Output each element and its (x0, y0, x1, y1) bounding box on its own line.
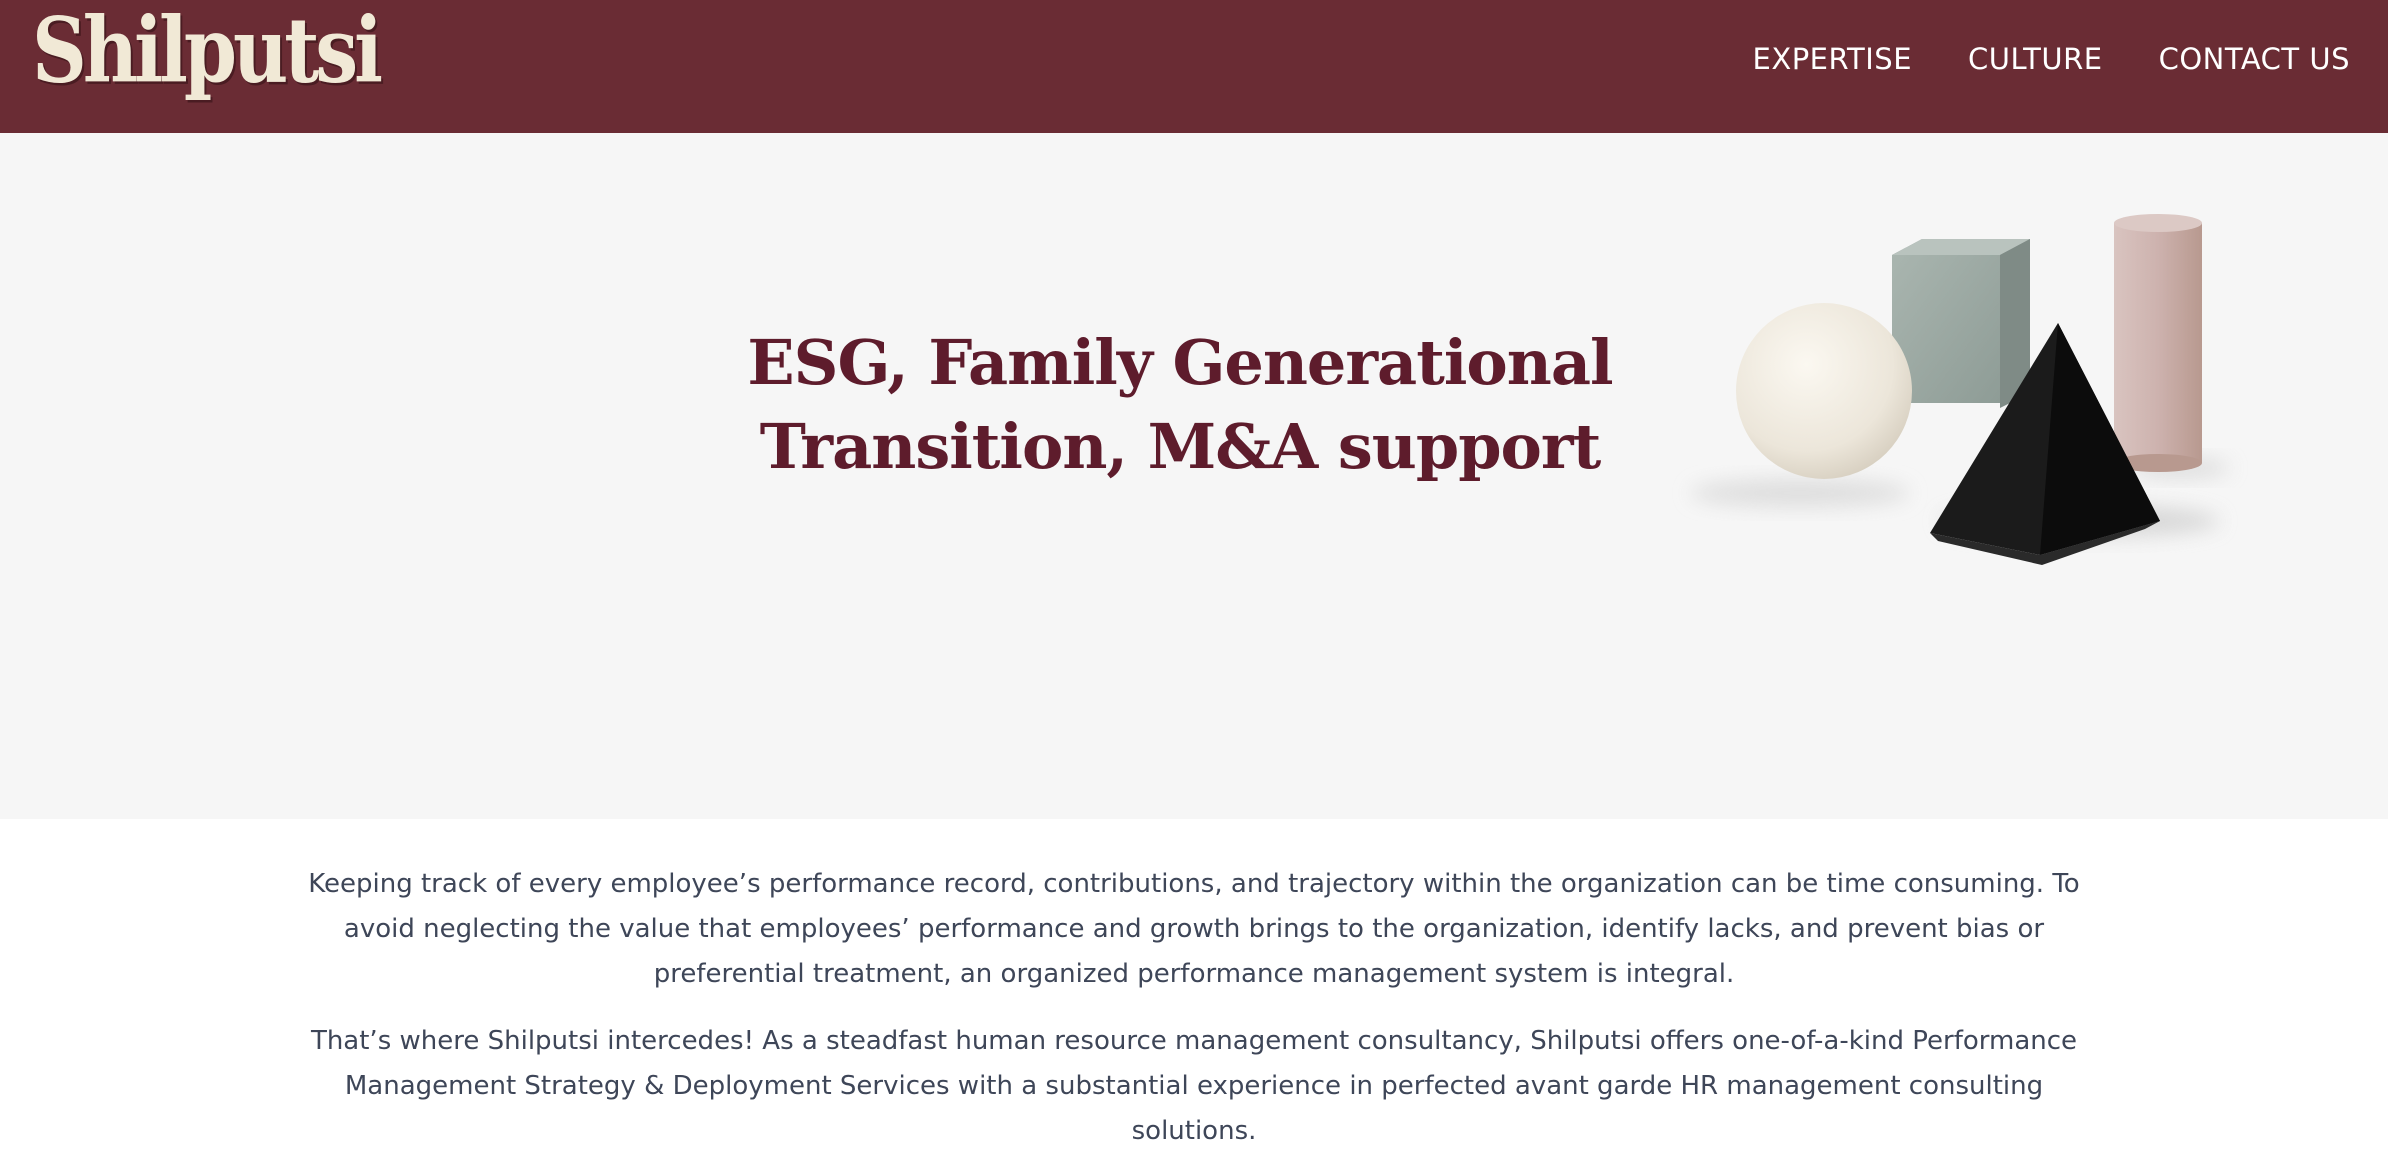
brand-logo[interactable]: Shilputsi (32, 5, 383, 96)
hero-section: ESG, Family Generational Transition, M&A… (0, 133, 2388, 819)
cube-shape (1892, 239, 2030, 408)
intro-paragraph-1: Keeping track of every employee’s perfor… (308, 869, 2080, 989)
site-header: Shilputsi EXPERTISE CULTURE CONTACT US (0, 0, 2388, 133)
cylinder-shape (2114, 214, 2202, 472)
nav-link-culture[interactable]: CULTURE (1968, 40, 2103, 78)
hero-title: ESG, Family Generational Transition, M&A… (560, 321, 1800, 489)
intro-section: Keeping track of every employee’s perfor… (300, 862, 2088, 1176)
geometric-shapes-image (1690, 214, 2230, 565)
nav-link-contact-us[interactable]: CONTACT US (2159, 40, 2350, 78)
main-nav: EXPERTISE CULTURE CONTACT US (1753, 40, 2351, 78)
sphere-shape (1736, 303, 1912, 479)
intro-paragraph-2: That’s where Shilputsi intercedes! As a … (310, 1026, 2078, 1146)
hero-title-line-2: Transition, M&A support (759, 410, 1601, 483)
nav-link-expertise[interactable]: EXPERTISE (1753, 40, 1913, 78)
hero-title-line-1: ESG, Family Generational (747, 326, 1613, 399)
